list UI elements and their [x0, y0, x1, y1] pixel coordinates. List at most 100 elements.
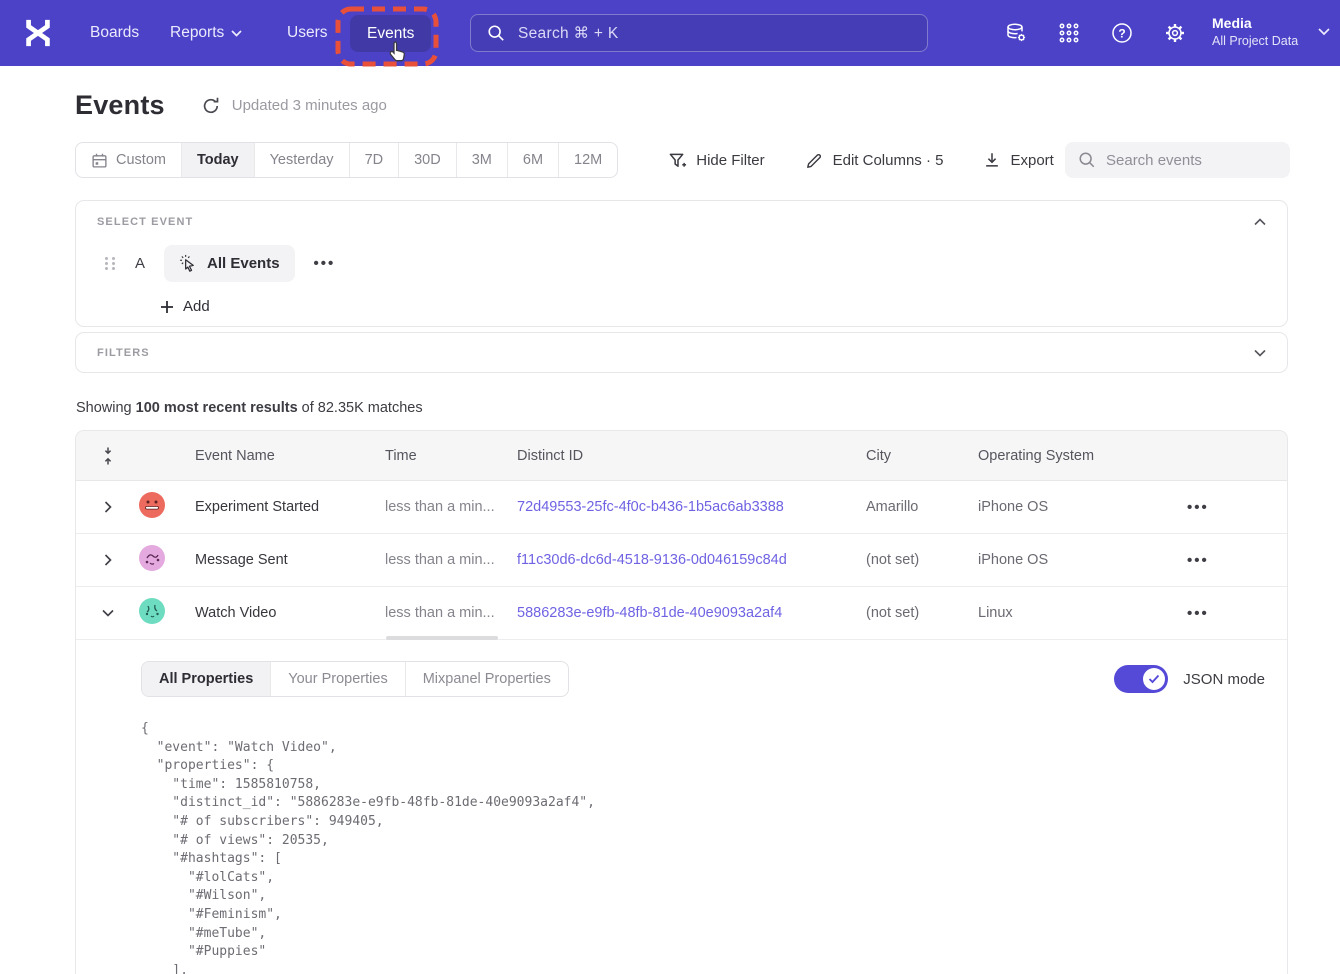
date-range-today[interactable]: Today	[181, 143, 254, 177]
mixpanel-logo-icon[interactable]	[22, 16, 54, 50]
nav-item-boards[interactable]: Boards	[90, 0, 139, 66]
os-cell: Linux	[966, 605, 1173, 621]
date-range-12m-label: 12M	[574, 152, 602, 168]
tab-your-properties[interactable]: Your Properties	[270, 662, 404, 696]
chevron-right-icon	[104, 554, 112, 566]
chevron-down-icon	[1254, 349, 1266, 357]
tab-mixpanel-properties-label: Mixpanel Properties	[423, 671, 551, 687]
data-management-icon[interactable]	[1004, 21, 1028, 45]
nav-item-events[interactable]: Events	[350, 15, 431, 52]
event-selector-chip[interactable]: All Events	[164, 245, 295, 282]
time-cell: less than a min...	[373, 552, 505, 568]
date-range-yesterday-label: Yesterday	[270, 152, 334, 168]
nav-item-users-label: Users	[287, 24, 327, 42]
expand-row-button[interactable]	[76, 554, 126, 566]
date-range-custom[interactable]: Custom	[76, 143, 181, 177]
tab-all-properties[interactable]: All Properties	[142, 662, 270, 696]
select-event-panel: SELECT EVENT A	[75, 200, 1288, 327]
events-page: Boards Reports Users Events Search ⌘ +	[0, 0, 1340, 974]
date-range-30d-label: 30D	[414, 152, 441, 168]
filter-funnel-icon	[668, 151, 687, 170]
table-row: Experiment Started less than a min... 72…	[76, 481, 1287, 534]
chevron-down-icon	[231, 30, 242, 37]
toggle-knob	[1143, 668, 1165, 690]
calendar-icon	[91, 152, 108, 169]
row-more-button[interactable]: •••	[1173, 552, 1287, 569]
row-more-button[interactable]: •••	[1173, 499, 1287, 516]
date-range-12m[interactable]: 12M	[558, 143, 617, 177]
event-name-cell: Watch Video	[183, 605, 373, 621]
city-cell: (not set)	[854, 605, 966, 621]
export-button[interactable]: Export	[983, 151, 1053, 169]
edit-columns-button[interactable]: Edit Columns · 5	[805, 151, 944, 170]
expand-row-button[interactable]	[76, 501, 126, 513]
chevron-down-icon	[102, 609, 114, 617]
date-range-6m-label: 6M	[523, 152, 543, 168]
column-header-os: Operating System	[966, 448, 1173, 464]
search-icon	[487, 24, 505, 42]
properties-tabs: All Properties Your Properties Mixpanel …	[141, 661, 569, 697]
event-avatar	[139, 492, 165, 518]
help-icon[interactable]: ?	[1110, 21, 1134, 45]
city-cell: (not set)	[854, 552, 966, 568]
date-range-3m-label: 3M	[472, 152, 492, 168]
refresh-icon[interactable]	[201, 96, 221, 116]
summary-count: 100 most recent results	[136, 400, 298, 416]
distinct-id-link[interactable]: 72d49553-25fc-4f0c-b436-1b5ac6ab3388	[505, 499, 854, 515]
search-icon	[1078, 151, 1096, 169]
os-cell: iPhone OS	[966, 552, 1173, 568]
chevron-down-icon	[1318, 28, 1330, 36]
row-more-button[interactable]: •••	[1173, 605, 1287, 622]
plus-icon	[160, 300, 174, 314]
expand-section-button[interactable]	[1254, 349, 1266, 357]
add-event-button[interactable]: Add	[160, 298, 210, 315]
edit-columns-label: Edit Columns · 5	[833, 152, 944, 169]
add-event-label: Add	[183, 298, 210, 315]
filters-title: FILTERS	[97, 347, 150, 359]
chevron-up-icon	[1254, 218, 1266, 226]
date-range-7d[interactable]: 7D	[349, 143, 399, 177]
event-row-letter: A	[135, 255, 145, 272]
nav-item-users[interactable]: Users	[287, 0, 327, 66]
apps-grid-icon[interactable]	[1057, 21, 1081, 45]
json-mode-toggle[interactable]	[1114, 665, 1168, 693]
date-range-selector: Custom Today Yesterday 7D 30D 3M 6M 12M	[75, 142, 618, 178]
hide-filter-button[interactable]: Hide Filter	[668, 151, 764, 170]
date-range-yesterday[interactable]: Yesterday	[254, 143, 349, 177]
global-search-placeholder: Search ⌘ + K	[518, 24, 619, 43]
column-header-distinct-id: Distinct ID	[505, 448, 854, 464]
collapse-section-button[interactable]	[1254, 218, 1266, 226]
tab-all-properties-label: All Properties	[159, 671, 253, 687]
select-event-title: SELECT EVENT	[97, 216, 193, 228]
event-avatar	[139, 598, 165, 624]
time-cell: less than a min...	[373, 499, 505, 515]
distinct-id-link[interactable]: 5886283e-e9fb-48fb-81de-40e9093a2af4	[505, 605, 854, 621]
date-range-6m[interactable]: 6M	[507, 143, 558, 177]
horizontal-scrollbar-thumb[interactable]	[386, 636, 498, 640]
check-icon	[1148, 674, 1160, 684]
svg-text:?: ?	[1118, 26, 1125, 40]
last-updated-text: Updated 3 minutes ago	[232, 97, 387, 114]
table-row-expanded: Watch Video less than a min... 5886283e-…	[76, 587, 1287, 640]
event-name-cell: Experiment Started	[183, 499, 373, 515]
nav-item-reports[interactable]: Reports	[170, 0, 242, 66]
drag-handle[interactable]	[105, 257, 116, 270]
event-avatar	[139, 545, 165, 571]
collapse-all-rows-button[interactable]	[76, 447, 126, 465]
event-row-more-button[interactable]: •••	[314, 255, 336, 272]
search-events-input[interactable]: Search events	[1065, 142, 1290, 178]
events-table: Event Name Time Distinct ID City Operati…	[75, 430, 1288, 974]
json-mode-label: JSON mode	[1183, 671, 1265, 688]
date-range-3m[interactable]: 3M	[456, 143, 507, 177]
tab-your-properties-label: Your Properties	[288, 671, 387, 687]
project-switcher[interactable]: Media All Project Data	[1212, 14, 1298, 50]
global-search-input[interactable]: Search ⌘ + K	[470, 14, 928, 52]
settings-gear-icon[interactable]	[1163, 21, 1187, 45]
date-range-30d[interactable]: 30D	[398, 143, 456, 177]
time-cell: less than a min...	[373, 605, 505, 621]
collapse-row-button[interactable]	[76, 609, 126, 617]
nav-item-events-label: Events	[367, 25, 414, 43]
chevron-right-icon	[104, 501, 112, 513]
distinct-id-link[interactable]: f11c30d6-dc6d-4518-9136-0d046159c84d	[505, 552, 854, 568]
tab-mixpanel-properties[interactable]: Mixpanel Properties	[405, 662, 568, 696]
